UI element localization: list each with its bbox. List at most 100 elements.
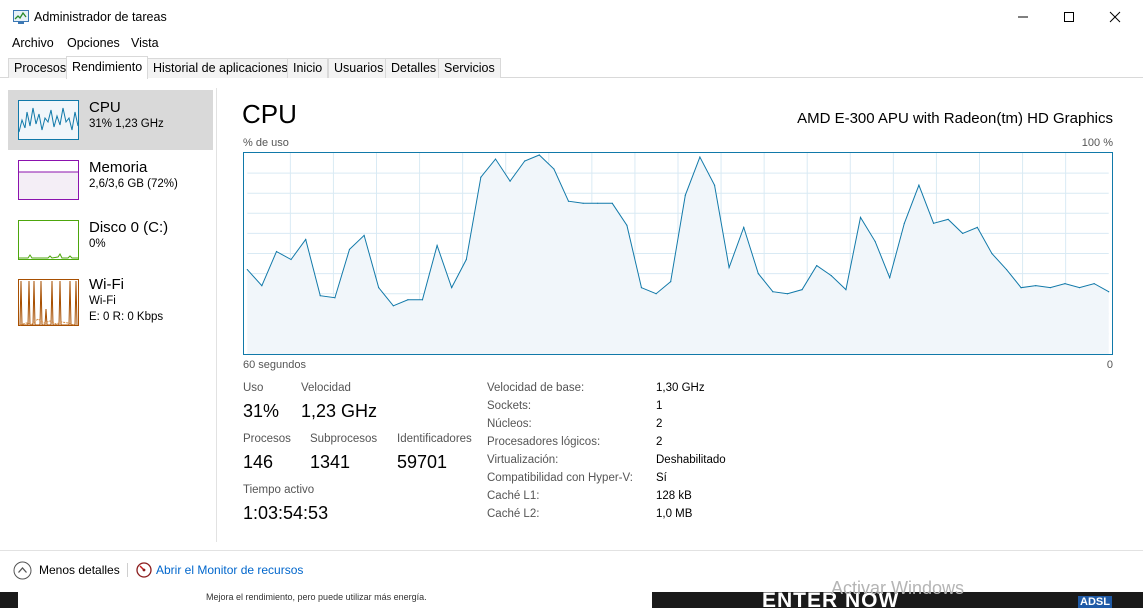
tab-historial[interactable]: Historial de aplicaciones <box>147 58 294 78</box>
cpu-sample-point <box>976 226 978 228</box>
cpu-sample-point <box>1064 283 1066 285</box>
cpu-sample-point <box>392 305 394 307</box>
title-bar[interactable]: Administrador de tareas <box>0 0 1143 34</box>
speed-label: Velocidad <box>301 382 351 394</box>
spec-key-logical: Procesadores lógicos: <box>487 436 601 448</box>
spec-key-l1: Caché L1: <box>487 490 540 502</box>
cpu-sample-point <box>1035 285 1037 287</box>
spec-key-base-speed: Velocidad de base: <box>487 382 585 394</box>
fewer-details-button[interactable]: Menos detalles <box>39 563 120 577</box>
close-button[interactable] <box>1092 0 1138 34</box>
spec-value-sockets: 1 <box>656 400 663 412</box>
cpu-sample-point <box>684 194 686 196</box>
spec-key-l2: Caché L2: <box>487 508 540 520</box>
cpu-sample-point <box>1093 283 1095 285</box>
cpu-sample-point <box>1049 287 1051 289</box>
disk-thumbnail-graph <box>18 220 79 260</box>
sidebar-item-cpu[interactable]: CPU 31% 1,23 GHz <box>8 90 213 150</box>
cpu-sample-point <box>859 216 862 218</box>
cpu-sample-point <box>932 222 935 224</box>
cpu-sample-point <box>290 258 292 261</box>
background-adsl-badge: ADSL <box>1078 596 1112 608</box>
cpu-sample-point <box>874 240 876 243</box>
window-title: Administrador de tareas <box>34 10 167 24</box>
chevron-up-circle-icon[interactable] <box>13 561 32 580</box>
spec-value-logical: 2 <box>656 436 663 448</box>
cpu-sample-point <box>494 158 497 160</box>
cpu-sample-point <box>509 180 511 182</box>
sidebar-cpu-title: CPU <box>89 99 121 116</box>
cpu-sample-point <box>275 250 278 253</box>
tab-bar: Procesos Rendimiento Historial de aplica… <box>0 56 1143 79</box>
tab-procesos[interactable]: Procesos <box>8 58 73 78</box>
tab-usuarios[interactable]: Usuarios <box>328 58 390 78</box>
cpu-sample-point <box>626 224 628 226</box>
cpu-usage-graph <box>243 152 1113 355</box>
tab-inicio[interactable]: Inicio <box>287 58 329 78</box>
processes-value: 146 <box>243 452 274 472</box>
sidebar-wifi-title: Wi-Fi <box>89 276 124 293</box>
task-manager-icon <box>13 10 29 24</box>
processor-name: AMD E-300 APU with Radeon(tm) HD Graphic… <box>797 110 1113 127</box>
threads-label: Subprocesos <box>310 433 378 445</box>
usage-label: Uso <box>243 382 264 394</box>
sidebar-wifi-rate: E: 0 R: 0 Kbps <box>89 311 164 323</box>
graph-x-label: 60 segundos <box>243 359 306 371</box>
cpu-sample-point <box>947 218 949 220</box>
threads-value: 1341 <box>310 452 351 472</box>
cpu-sample-point <box>451 287 453 289</box>
cpu-sample-point <box>538 154 540 156</box>
sidebar-item-disco[interactable]: Disco 0 (C:) 0% <box>8 210 213 270</box>
footer-divider <box>127 563 128 577</box>
maximize-button[interactable] <box>1046 0 1092 34</box>
cpu-sample-point <box>670 281 672 283</box>
cpu-sample-point <box>699 156 701 158</box>
cpu-sample-point <box>991 252 993 255</box>
cpu-thumbnail-graph <box>18 100 79 140</box>
cpu-sample-point <box>655 293 657 295</box>
tab-servicios[interactable]: Servicios <box>438 58 501 78</box>
sidebar-memoria-title: Memoria <box>89 159 148 176</box>
cpu-sample-point <box>1108 291 1110 293</box>
spec-value-hyperv: Sí <box>656 472 667 484</box>
cpu-sample-point <box>1005 268 1008 271</box>
cpu-sample-point <box>918 184 920 186</box>
resource-monitor-link[interactable]: Abrir el Monitor de recursos <box>156 563 303 577</box>
cpu-sample-point <box>611 202 613 204</box>
cpu-sample-point <box>889 277 891 279</box>
sidebar-item-memoria[interactable]: Memoria 2,6/3,6 GB (72%) <box>8 150 213 210</box>
cpu-sample-point <box>334 297 336 299</box>
handles-value: 59701 <box>397 452 448 472</box>
cpu-sample-point <box>903 222 905 224</box>
spec-value-l2: 1,0 MB <box>656 508 693 520</box>
cpu-sample-point <box>465 258 467 261</box>
spec-key-cores: Núcleos: <box>487 418 532 430</box>
speed-value: 1,23 GHz <box>301 401 378 421</box>
uptime-value: 1:03:54:53 <box>243 503 329 523</box>
cpu-sample-point <box>305 238 307 241</box>
cpu-sample-point <box>801 289 803 291</box>
graph-y-max-label: 100 % <box>1081 137 1113 149</box>
cpu-sample-point <box>246 268 248 271</box>
cpu-sample-point <box>378 287 380 289</box>
tab-detalles[interactable]: Detalles <box>385 58 443 78</box>
cpu-sample-point <box>713 184 716 186</box>
cpu-sample-point <box>567 200 570 202</box>
cpu-sample-point <box>597 202 599 204</box>
minimize-button[interactable] <box>1000 0 1046 34</box>
menu-archivo[interactable]: Archivo <box>12 36 54 50</box>
cpu-sample-point <box>1078 287 1081 289</box>
background-hint-text: Mejora el rendimiento, pero puede utiliz… <box>206 592 427 602</box>
graph-y-label: % de uso <box>243 137 289 149</box>
wifi-thumbnail-graph <box>18 279 79 326</box>
tab-rendimiento[interactable]: Rendimiento <box>66 56 149 79</box>
resource-monitor-icon <box>136 562 152 578</box>
cpu-sample-point <box>743 226 745 228</box>
memory-thumbnail-graph <box>18 160 79 200</box>
close-icon <box>1109 11 1121 23</box>
cpu-sample-point <box>830 274 832 277</box>
cpu-sample-point <box>407 299 409 301</box>
sidebar-item-wifi[interactable]: Wi-Fi Wi-Fi E: 0 R: 0 Kbps <box>8 270 213 330</box>
menu-opciones[interactable]: Opciones <box>67 36 120 50</box>
menu-vista[interactable]: Vista <box>131 36 159 50</box>
